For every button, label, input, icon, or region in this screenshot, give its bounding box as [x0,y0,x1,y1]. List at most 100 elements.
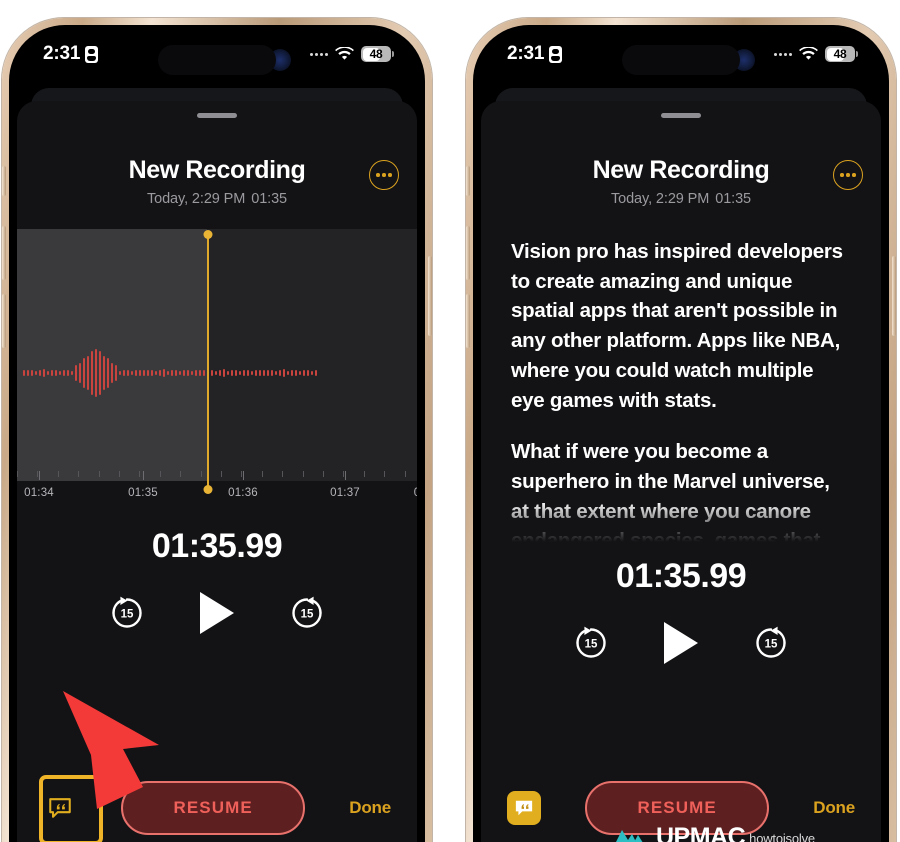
volume-up-button[interactable] [2,226,6,280]
waveform-bar [147,370,149,376]
more-options-button[interactable] [833,160,863,190]
timeline-tick-major [143,471,144,480]
waveform-bar [67,369,69,377]
waveform-bar [99,351,101,395]
waveform-bar [155,371,157,375]
page-title: New Recording [592,156,770,184]
transcript-toggle-button[interactable] [43,791,77,825]
waveform-bar [215,371,217,375]
svg-text:15: 15 [585,639,598,651]
bottom-toolbar: RESUME Done [17,765,417,842]
waveform-bar [31,369,33,377]
silence-switch[interactable] [2,166,6,196]
timeline-tick [200,471,202,477]
screen-record-icon [549,45,563,63]
volume-down-button[interactable] [466,294,470,348]
svg-text:15: 15 [301,609,314,621]
svg-text:15: 15 [121,609,134,621]
waveform-bar [83,358,85,388]
recording-header: New Recording Today, 2:29 PM 01:35 [17,156,417,207]
waveform-bar [91,351,93,395]
status-time: 2:31 [43,43,81,64]
waveform-bar [199,369,201,377]
timeline-tick [384,471,386,477]
status-time: 2:31 [507,43,545,64]
timeline-ticks [17,471,417,481]
recording-header: New Recording Today, 2:29 PM 01:35 [481,156,881,207]
waveform-bar [255,370,257,376]
page-title: New Recording [128,156,306,184]
resume-button[interactable]: RESUME [121,781,306,835]
sheet-grabber[interactable] [661,113,701,118]
transcript-paragraph: Vision pro has inspired developers to cr… [511,240,843,412]
recording-sheet: New Recording Today, 2:29 PM 01:35 01:34… [17,101,417,842]
wifi-icon [335,47,354,61]
skip-forward-15-button[interactable]: 15 [288,594,326,632]
recording-meta: Today, 2:29 PM 01:35 [37,191,397,207]
waveform-bar [227,371,229,375]
recording-sheet: New Recording Today, 2:29 PM 01:35 Vision… [481,101,881,842]
power-button[interactable] [428,256,432,336]
ellipsis-dot [376,173,380,177]
waveform-bar [171,370,173,376]
timeline-tick-major [39,471,40,480]
waveform-bar [235,369,237,377]
play-button[interactable] [664,622,698,664]
waveform-panel[interactable]: 01:34 01:35 01:36 01:37 0 [17,229,417,519]
waveform-area[interactable]: 01:34 01:35 01:36 01:37 0 [17,229,417,519]
timeline-tick [302,471,304,477]
timeline-tick [78,471,80,477]
timeline-tick [119,471,120,477]
waveform-bar [151,369,153,377]
more-options-button[interactable] [369,160,399,190]
battery-percent: 48 [369,47,383,61]
waveform-bar [63,369,65,377]
timeline-tick [159,471,161,477]
waveform-bar [115,365,117,381]
bottom-toolbar: RESUME Done [481,765,881,842]
resume-button[interactable]: RESUME [585,781,770,835]
silence-switch[interactable] [466,166,470,196]
screenshot-stage: 2:31 48 New Recording Today, 2:29 PM 01:… [0,0,900,842]
skip-back-15-button[interactable]: 15 [572,624,610,662]
timeline-tick [282,471,284,477]
timeline-label: 0 [414,487,417,499]
current-time-readout: 01:35.99 [615,557,747,595]
waveform-bar [211,369,213,377]
playhead[interactable] [207,235,209,489]
waveform-bar [139,369,141,377]
waveform-bar [167,371,169,375]
timeline-tick-major [345,471,346,480]
timeline-tick [180,471,182,477]
transcript-fade-mask [481,501,881,549]
sheet-grabber[interactable] [197,113,237,118]
skip-forward-15-button[interactable]: 15 [752,624,790,662]
transcript-panel[interactable]: Vision pro has inspired developers to cr… [481,237,881,549]
timeline-tick [17,471,18,477]
play-button[interactable] [200,592,234,634]
waveform-bar [279,370,281,376]
waveform-bar [47,371,49,375]
recording-duration: 01:35 [715,191,752,207]
phone-left: 2:31 48 New Recording Today, 2:29 PM 01:… [2,18,432,842]
waveform-bar [107,358,109,388]
recording-date: Today, 2:29 PM [146,191,246,207]
waveform-bar [203,370,205,376]
timeline-label: 01:36 [228,487,258,499]
power-button[interactable] [892,256,896,336]
waveform-bar [287,371,289,375]
done-button[interactable]: Done [349,798,391,818]
screen-record-icon [85,45,99,63]
timeline-label: 01:34 [24,487,54,499]
volume-down-button[interactable] [2,294,6,348]
waveform-bar [243,369,245,377]
waveform-bar [283,368,285,378]
volume-up-button[interactable] [466,226,470,280]
timeline-labels: 01:34 01:35 01:36 01:37 0 [17,487,417,507]
ellipsis-dot [388,173,392,177]
waveform-bar [195,370,197,376]
skip-back-15-button[interactable]: 15 [108,594,146,632]
transcript-toggle-button[interactable] [507,791,541,825]
done-button[interactable]: Done [813,798,855,818]
transcript-icon [49,798,71,818]
